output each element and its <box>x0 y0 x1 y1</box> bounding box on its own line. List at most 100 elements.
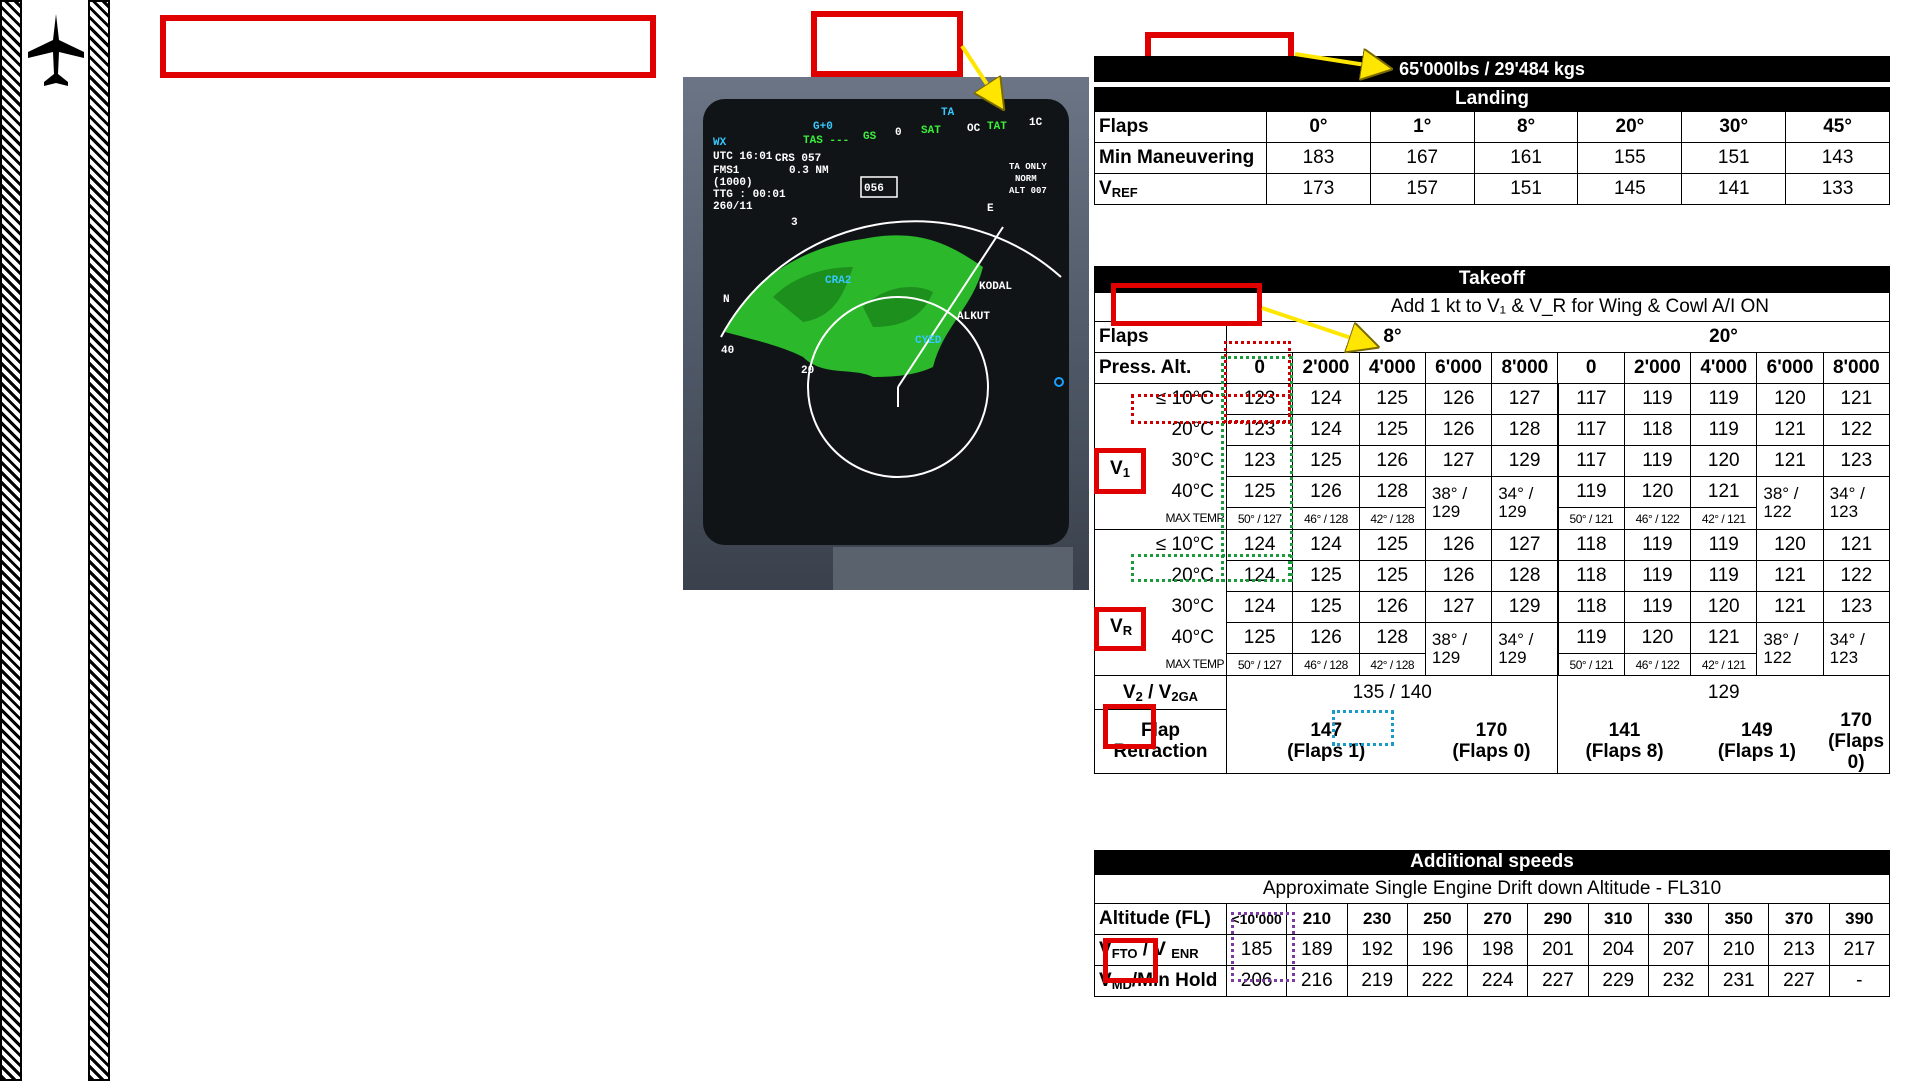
vr-cell: 119 <box>1557 622 1625 654</box>
vr-cell: 120 <box>1623 622 1692 654</box>
vfto-cell: 196 <box>1406 934 1469 966</box>
radar-utc: UTC 16:01 <box>713 151 773 163</box>
v1-cell: 121 <box>1756 445 1824 477</box>
additional-alt-cell: 330 <box>1647 903 1710 935</box>
vmd-cell: - <box>1828 965 1891 997</box>
vr-cell: 124 <box>1292 529 1360 561</box>
v1-cell: 117 <box>1557 383 1625 415</box>
radar-cra2: CRA2 <box>825 275 851 287</box>
v1-row: 30°C 123 125 126 127 129 117 119 120 121 123 <box>1094 445 1891 477</box>
radar-heading: 056 <box>864 183 884 195</box>
v1-cell: 126 <box>1292 476 1360 508</box>
vfto-callout-box <box>1103 938 1158 983</box>
vr-cell: 121 <box>1690 622 1758 654</box>
green-dotted-column-highlight <box>1221 356 1293 582</box>
vr-cell: 34° / 129 <box>1491 622 1559 676</box>
v1-cell: 125 <box>1358 383 1426 415</box>
landing-minman-cell: 167 <box>1369 142 1475 174</box>
radar-gs: GS <box>863 131 877 143</box>
v1-cell: 118 <box>1623 414 1692 446</box>
v1-cell: 119 <box>1623 445 1692 477</box>
additional-alt-cell: 370 <box>1768 903 1830 935</box>
vr-cell: 46° / 122 <box>1623 653 1692 676</box>
radar-ta: TA <box>941 107 955 119</box>
v1-cell: 119 <box>1690 383 1758 415</box>
v1-cell: 119 <box>1557 476 1625 508</box>
takeoff-press-alt-label: Press. Alt. <box>1094 352 1227 384</box>
flap-ret-8-1: 147 (Flaps 1) <box>1226 709 1426 774</box>
vmd-cell: 219 <box>1346 965 1408 997</box>
radar-three: 3 <box>791 217 798 229</box>
vr-row: 40°C 125 126 128 38° / 129 34° / 129 119 120 121… <box>1094 622 1891 676</box>
v1-label: V1 <box>1110 458 1130 480</box>
vr-cell: 122 <box>1822 560 1891 592</box>
landing-vref-cell: 173 <box>1266 173 1371 205</box>
vr-cell: 124 <box>1225 591 1294 623</box>
vr-cell: 125 <box>1292 591 1360 623</box>
vmd-cell: 227 <box>1527 965 1589 997</box>
landing-title: Landing <box>1094 87 1890 111</box>
landing-flaps-cell: 8° <box>1473 111 1579 143</box>
landing-flaps-cell: 20° <box>1577 111 1683 143</box>
flap-ret-20-1: 149 (Flaps 1) <box>1690 709 1824 774</box>
flap-ret-8-0: 170 (Flaps 0) <box>1425 709 1559 774</box>
additional-alt-cell: 390 <box>1828 903 1891 935</box>
vmd-cell: 216 <box>1286 965 1348 997</box>
radar-sat: SAT <box>921 125 941 137</box>
vr-cell: 120 <box>1756 529 1824 561</box>
v1-cell: 123 <box>1822 445 1891 477</box>
radar-kodal: KODAL <box>979 281 1012 293</box>
airplane-icon <box>28 14 84 86</box>
takeoff-alt-cell: 4'000 <box>1358 352 1426 384</box>
vr-cell: 126 <box>1292 622 1360 654</box>
additional-alt-label: Altitude (FL) <box>1094 903 1227 935</box>
vfto-cell: 210 <box>1708 934 1770 966</box>
v1-cell: 120 <box>1756 383 1824 415</box>
v1-cell: 127 <box>1424 445 1493 477</box>
vmd-cell: 232 <box>1647 965 1710 997</box>
vfto-cell: 213 <box>1768 934 1830 966</box>
takeoff-flaps-20: 20° <box>1557 321 1890 353</box>
vr-cell: 126 <box>1424 560 1493 592</box>
vr-cell: 118 <box>1557 560 1625 592</box>
vmd-cell: 222 <box>1406 965 1469 997</box>
additional-vmd-row: VMD/Min Hold 206 216 219 222 224 227 229 232 231… <box>1094 965 1891 997</box>
vr-cell: 128 <box>1491 560 1559 592</box>
v1-cell: 121 <box>1822 383 1891 415</box>
landing-vref-cell: 141 <box>1681 173 1787 205</box>
radar-zero: 0 <box>895 127 902 139</box>
takeoff-alt-cell: 6'000 <box>1424 352 1493 384</box>
v1-cell: 42° / 128 <box>1358 507 1426 530</box>
flap-ret-20-8: 141 (Flaps 8) <box>1557 709 1691 774</box>
v1-cell: 117 <box>1557 414 1625 446</box>
radar-ring20: 20 <box>801 365 814 377</box>
vfto-cell: 217 <box>1828 934 1891 966</box>
additional-alt-row: Altitude (FL) <10'000 210 230 250 270 290 310 3… <box>1094 903 1891 935</box>
vr-section: ≤ 10°C 124 124 125 126 127 118 119 119 120 121 20°C… <box>1094 529 1891 676</box>
vfto-cell: 207 <box>1647 934 1710 966</box>
takeoff-alt-cell: 8'000 <box>1491 352 1559 384</box>
landing-flaps-row: Flaps 0° 1° 8° 20° 30° 45° <box>1094 111 1890 143</box>
additional-subtitle: Approximate Single Engine Drift down Alt… <box>1094 874 1890 904</box>
left-rail-stripe <box>0 0 22 1081</box>
vr-cell: 129 <box>1491 591 1559 623</box>
vr-cell: 50° / 127 <box>1225 653 1294 676</box>
vr-label: VR <box>1110 616 1133 638</box>
v1-cell: 38° / 122 <box>1756 476 1824 530</box>
takeoff-table: Takeoff Add 1 kt to V₁ & V_R for Wing & … <box>1094 266 1891 774</box>
additional-alt-cell: 230 <box>1346 903 1408 935</box>
v1-cell: 119 <box>1623 383 1692 415</box>
v2-value-8: 135 / 140 <box>1225 675 1559 710</box>
vfto-cell: 204 <box>1587 934 1649 966</box>
v1-cell: 126 <box>1424 383 1493 415</box>
vr-cell: 128 <box>1358 622 1426 654</box>
takeoff-alt-cell: 6'000 <box>1756 352 1824 384</box>
additional-alt-cell: 310 <box>1587 903 1649 935</box>
radar-ta-only: TA ONLY <box>1009 162 1047 172</box>
radar-norm: NORM <box>1015 174 1037 184</box>
vr-cell: 118 <box>1557 591 1625 623</box>
radar-g0: G+0 <box>813 121 833 133</box>
vmd-cell: 229 <box>1587 965 1649 997</box>
v2-callout-box <box>1103 704 1156 749</box>
landing-minman-cell: 183 <box>1266 142 1371 174</box>
